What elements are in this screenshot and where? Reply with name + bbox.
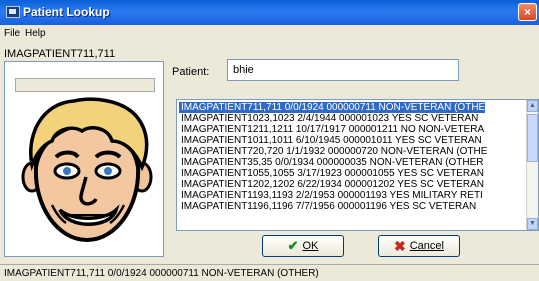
list-item[interactable]: IMAGPATIENT1055,1055 3/17/1923 000001055… [179,168,484,179]
title-bar[interactable]: Patient Lookup × [0,0,539,25]
patient-results-list[interactable]: IMAGPATIENT711,711 0/0/1924 000000711 NO… [176,99,539,231]
scroll-up-icon[interactable]: ▲ [527,100,538,112]
patient-label: Patient: [172,66,210,78]
menu-file[interactable]: File [4,28,20,39]
ok-label: OK [302,240,319,252]
list-item[interactable]: IMAGPATIENT1196,1196 7/7/1956 000001196 … [179,201,476,212]
menu-bar: File Help [0,26,539,42]
cancel-button[interactable]: ✖ Cancel [378,235,460,257]
patient-search-input[interactable] [227,59,459,81]
cancel-label: Cancel [409,240,444,252]
photo-caption-strip [15,78,155,92]
status-bar: IMAGPATIENT711,711 0/0/1924 000000711 NO… [0,264,539,281]
ok-button[interactable]: ✔ OK [262,235,344,257]
check-icon: ✔ [287,238,299,253]
list-item[interactable]: IMAGPATIENT1011,1011 6/10/1945 000001011… [179,135,482,146]
list-item[interactable]: IMAGPATIENT1023,1023 2/4/1944 000001023 … [179,113,478,124]
app-icon [6,6,20,18]
patient-avatar [21,97,153,243]
list-item[interactable]: IMAGPATIENT1193,1193 2/2/1953 000001193 … [179,190,483,201]
list-item[interactable]: IMAGPATIENT720,720 1/1/1932 000000720 NO… [179,146,487,157]
window-title: Patient Lookup [23,5,110,19]
left-pupil [63,167,71,175]
selected-patient-name: IMAGPATIENT711,711 [4,48,116,60]
list-item[interactable]: IMAGPATIENT1202,1202 6/22/1934 000001202… [179,179,484,190]
scroll-thumb[interactable] [527,114,538,162]
list-item[interactable]: IMAGPATIENT1211,1211 10/17/1917 00000121… [179,124,484,135]
list-item[interactable]: IMAGPATIENT711,711 0/0/1924 000000711 NO… [179,102,486,113]
scroll-down-icon[interactable]: ▼ [527,218,538,230]
list-scrollbar[interactable]: ▲ ▼ [526,100,538,230]
menu-help[interactable]: Help [25,28,46,39]
x-icon: ✖ [394,237,406,254]
list-item[interactable]: IMAGPATIENT35,35 0/0/1934 000000035 NON-… [179,157,484,168]
close-button[interactable]: × [518,3,537,21]
right-pupil [104,167,112,175]
